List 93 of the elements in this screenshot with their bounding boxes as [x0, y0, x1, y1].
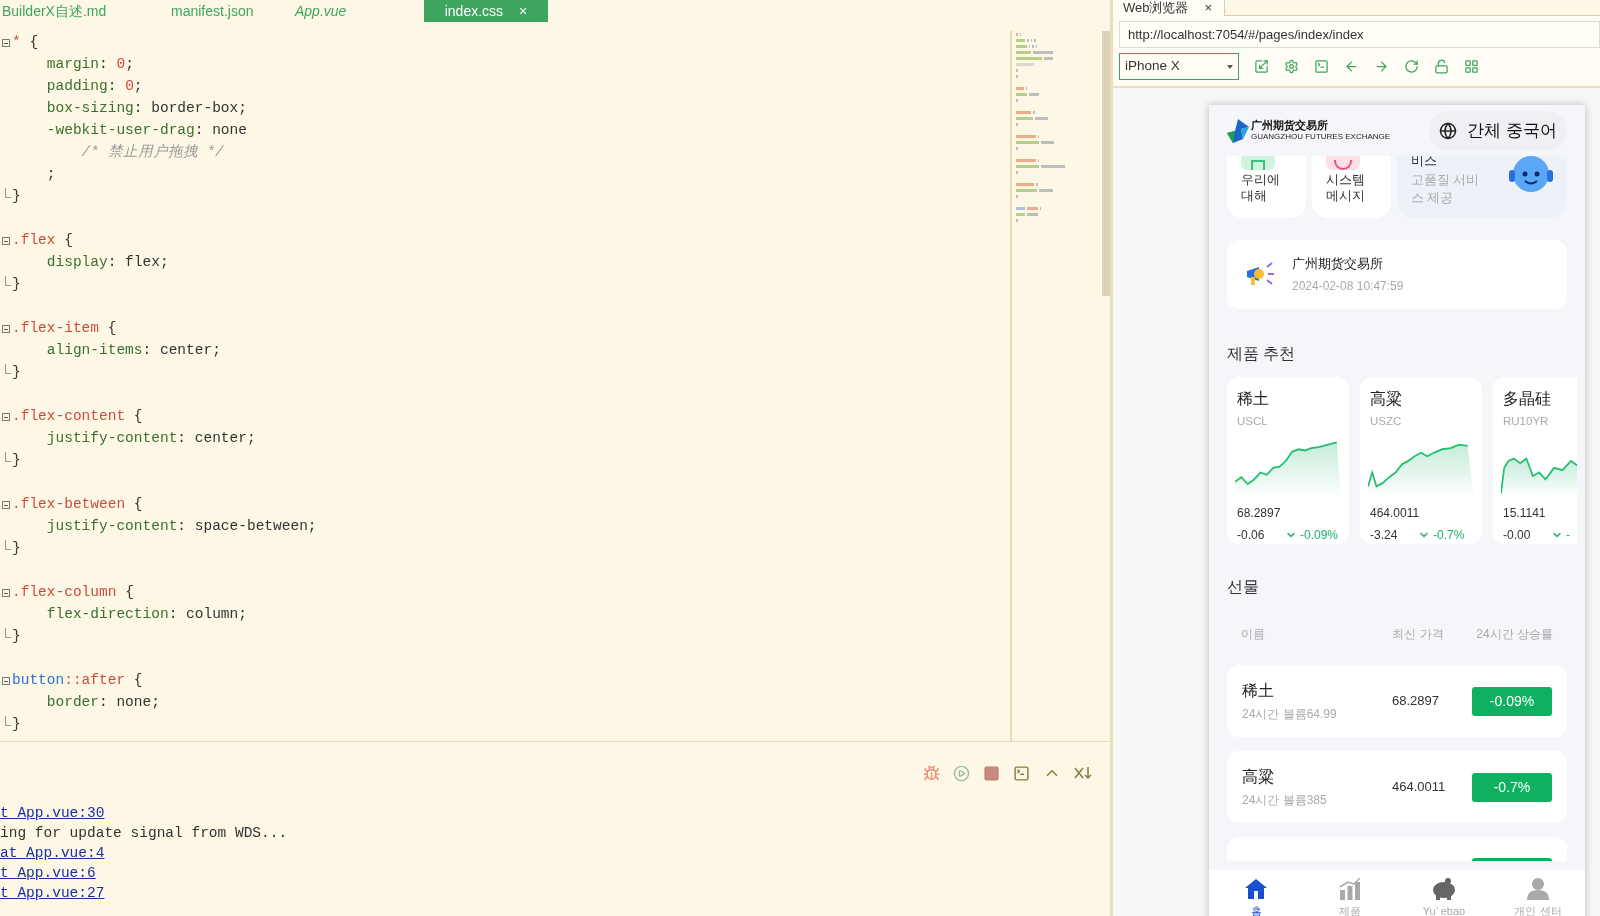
code-line: .flex-column { [12, 583, 134, 603]
caret-icon [1227, 64, 1233, 69]
fold-end-icon [5, 364, 11, 374]
notice-time: 2024-02-08 10:47:59 [1292, 278, 1404, 296]
fold-icon[interactable] [2, 39, 10, 47]
code-line: justify-content: center; [45, 429, 256, 449]
debug-icon[interactable] [923, 764, 940, 782]
code-line: .flex-content { [12, 407, 143, 427]
code-line: flex-direction: column; [45, 605, 247, 625]
code-line: } [12, 187, 21, 207]
fold-end-icon [5, 716, 11, 726]
code-line: * { [12, 33, 39, 53]
code-line: .flex-between { [12, 495, 143, 515]
fold-end-icon [5, 628, 11, 638]
notice-card[interactable]: 广州期货交易所 2024-02-08 10:47:59 [1227, 240, 1567, 309]
terminal-icon[interactable] [1013, 764, 1030, 782]
code-line: } [12, 715, 21, 735]
product-card[interactable]: 稀土 USCL 68.2897 -0.06 -0.09% [1227, 377, 1349, 544]
code-line: } [12, 451, 21, 471]
code-line: display: flex; [45, 253, 169, 273]
close-icon[interactable]: × [1204, 1, 1213, 15]
console-link[interactable]: t App.vue:30 [0, 803, 105, 825]
section-title: 선물 [1227, 577, 1260, 597]
code-line: box-sizing: border-box; [45, 99, 247, 119]
logo-name: 广州期货交易所 [1251, 120, 1329, 131]
futures-row[interactable]: 高粱 24시간 볼륨385 464.0011 -0.7% [1227, 751, 1567, 823]
fold-end-icon [5, 540, 11, 550]
scrollbar-thumb[interactable] [1102, 31, 1110, 296]
resize-icon[interactable] [1254, 59, 1269, 74]
code-line: /* 禁止用户拖拽 */ [80, 143, 224, 163]
forward-icon[interactable] [1374, 59, 1389, 74]
terminal-icon[interactable] [1314, 59, 1329, 74]
code-line: .flex { [12, 231, 73, 251]
piggy-bank-icon [1431, 878, 1457, 900]
home-icon [1244, 878, 1268, 900]
code-line: } [12, 275, 21, 295]
futures-row[interactable]: 稀土 24시간 볼륨64.99 68.2897 -0.09% [1227, 665, 1567, 737]
url-field[interactable]: http://localhost:7054/#/pages/index/index [1119, 21, 1600, 48]
code-line: -webkit-user-drag: none [45, 121, 247, 141]
unlock-icon[interactable] [1434, 59, 1449, 74]
person-icon [1526, 878, 1550, 900]
console-link[interactable]: t App.vue:27 [0, 883, 105, 905]
back-icon[interactable] [1344, 59, 1359, 74]
fold-icon[interactable] [2, 413, 10, 421]
code-line: .flex-item { [12, 319, 117, 339]
column-header: 최신 가격 [1391, 626, 1445, 643]
fold-icon[interactable] [2, 325, 10, 333]
column-header: 24시간 상승률 [1475, 626, 1553, 643]
code-line: justify-content: space-between; [45, 517, 317, 537]
language-button[interactable]: 간체 중국어 [1429, 110, 1567, 151]
logo-subtitle: GUANGZHOU FUTURES EXCHANGE [1251, 132, 1391, 141]
console-link[interactable]: at App.vue:4 [0, 843, 105, 865]
reload-icon[interactable] [1404, 59, 1419, 74]
fold-end-icon [5, 276, 11, 286]
code-line: } [12, 539, 21, 559]
fold-end-icon [5, 188, 11, 198]
code-line: border: none; [45, 693, 160, 713]
console-text: ing for update signal from WDS... [0, 824, 288, 844]
fold-icon[interactable] [2, 501, 10, 509]
shortcut-card[interactable]: 우리에 대해 [1227, 156, 1306, 218]
section-title: 제품 추천 [1227, 344, 1297, 364]
product-card[interactable]: 多晶硅 RU10YR 15.1141 -0.00 - [1493, 377, 1577, 544]
console-link[interactable]: t App.vue:6 [0, 863, 96, 885]
settings-icon[interactable] [1284, 59, 1299, 74]
clear-icon[interactable] [1074, 766, 1092, 780]
futures-row[interactable] [1227, 837, 1567, 861]
code-line: button::after { [12, 671, 143, 691]
change-badge: -0.09% [1472, 686, 1552, 716]
fold-icon[interactable] [2, 677, 10, 685]
fold-icon[interactable] [2, 237, 10, 245]
logo-icon [1227, 118, 1249, 143]
fold-end-icon [5, 452, 11, 462]
device-select[interactable]: iPhone X [1119, 53, 1239, 80]
shortcut-card[interactable]: 시스템 메시지 [1312, 156, 1391, 218]
code-line: } [12, 363, 21, 383]
notice-title: 广州期货交易所 [1292, 254, 1384, 273]
code-line: margin: 0; [45, 55, 134, 75]
restart-icon[interactable] [953, 764, 970, 782]
grid-icon[interactable] [1464, 59, 1479, 74]
stop-icon[interactable] [983, 764, 1000, 782]
service-card[interactable]: 비스 고품질 서비스 제공 [1397, 156, 1567, 218]
bar-chart-icon [1338, 878, 1362, 900]
nav-tab[interactable]: 홈 [1209, 878, 1303, 916]
code-line: align-items: center; [45, 341, 221, 361]
globe-icon [1439, 121, 1458, 140]
code-line: padding: 0; [45, 77, 143, 97]
browser-tab[interactable]: Web浏览器 × [1113, 0, 1225, 16]
product-card[interactable]: 高粱 USZC 464.0011 -3.24 -0.7% [1360, 377, 1482, 544]
code-line: ; [45, 165, 56, 185]
fold-icon[interactable] [2, 589, 10, 597]
change-badge: -0.7% [1472, 772, 1552, 802]
column-header: 이름 [1241, 626, 1266, 643]
code-line: } [12, 627, 21, 647]
